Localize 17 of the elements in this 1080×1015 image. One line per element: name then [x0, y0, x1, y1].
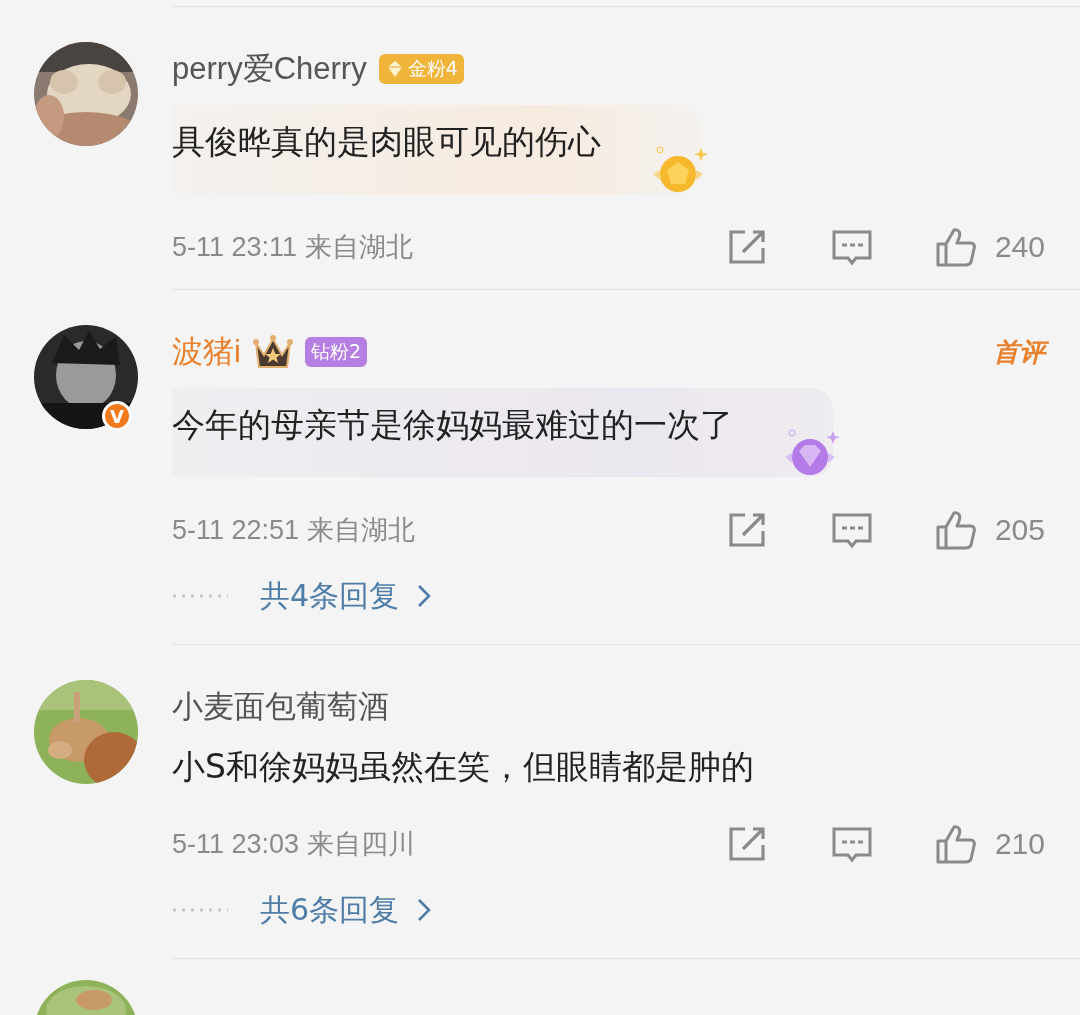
- timestamp: 5-11 23:11 来自湖北: [172, 231, 413, 264]
- view-replies-link[interactable]: 共4条回复: [260, 575, 432, 617]
- comment-text: 小S和徐妈妈虽然在笑，但眼睛都是肿的: [172, 746, 754, 788]
- username: 小麦面包葡萄酒: [172, 688, 389, 726]
- fan-badge: 金粉4: [378, 54, 464, 84]
- fan-badge: 钻粉2: [304, 337, 367, 367]
- verified-badge: V: [102, 401, 132, 431]
- username: perry爱Cherry: [172, 50, 367, 88]
- like-count: 210: [994, 827, 1045, 861]
- like-count: 205: [994, 513, 1045, 547]
- comment-text: 今年的母亲节是徐妈妈最难过的一次了: [172, 405, 733, 444]
- view-replies-link[interactable]: 共6条回复: [260, 889, 432, 931]
- comment-text: 具俊晔真的是肉眼可见的伤心: [172, 122, 601, 161]
- like-count: 240: [994, 230, 1045, 264]
- username: 波猪i: [172, 333, 241, 371]
- timestamp: 5-11 22:51 来自湖北: [172, 514, 415, 547]
- timestamp: 5-11 23:03 来自四川: [172, 828, 415, 861]
